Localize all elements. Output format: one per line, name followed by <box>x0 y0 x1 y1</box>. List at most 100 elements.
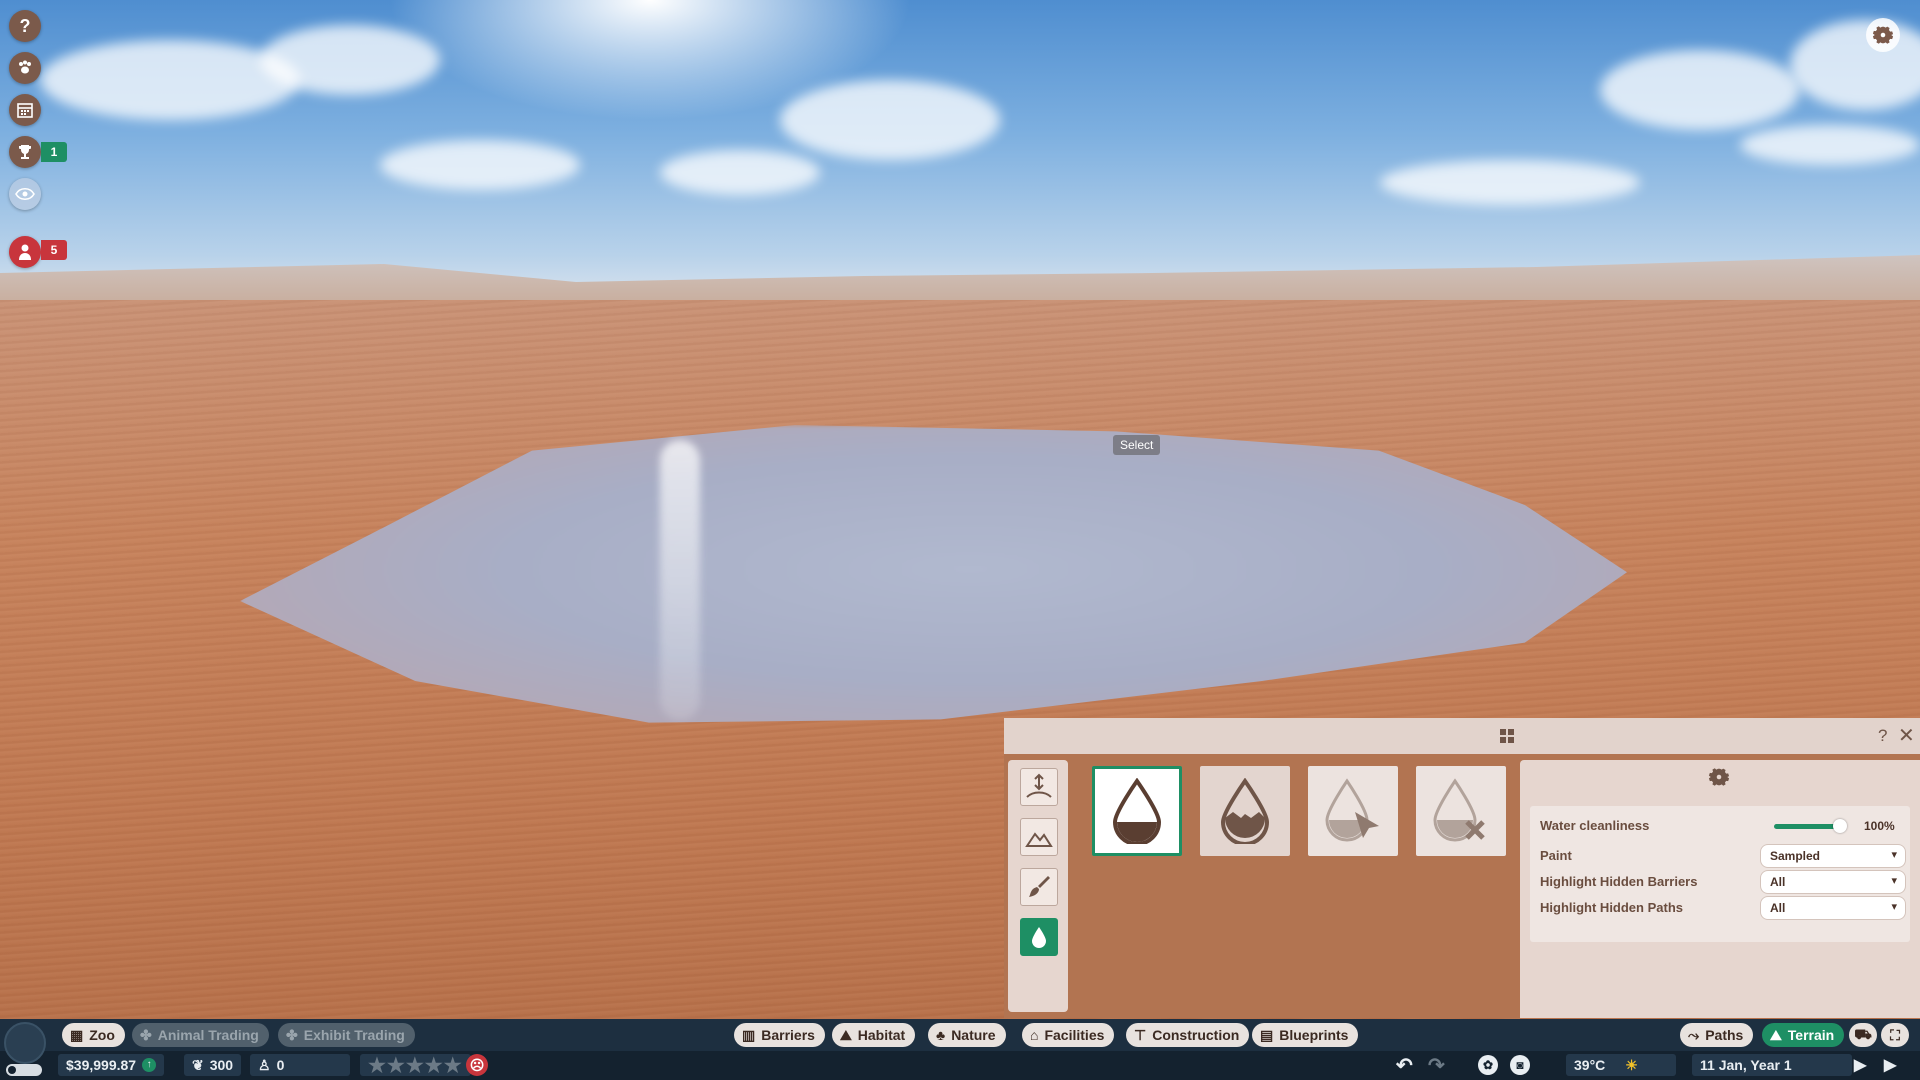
hud-toggle[interactable] <box>6 1064 42 1076</box>
staff-badge: 5 <box>41 240 67 260</box>
tab-paths[interactable]: ⤳ Paths <box>1680 1023 1754 1047</box>
paint-label: Paint <box>1540 848 1572 863</box>
speed-play-button[interactable]: ▶ <box>1854 1054 1866 1076</box>
tab-barriers[interactable]: ▥ Barriers <box>734 1023 825 1047</box>
weather-display: 39°C ☀ <box>1566 1054 1676 1076</box>
date-value: 11 Jan, Year 1 <box>1700 1057 1792 1073</box>
cursor-tooltip: Select <box>1113 435 1161 455</box>
panel-help-button[interactable]: ? <box>1878 726 1887 746</box>
cloud <box>380 140 580 190</box>
tab-blueprints-label: Blueprints <box>1279 1027 1349 1043</box>
guests-display[interactable]: ♙ 0 <box>250 1054 350 1076</box>
terrain-paint-tool[interactable] <box>1020 868 1058 906</box>
blueprint-icon: ▤ <box>1260 1026 1274 1043</box>
animals-button[interactable] <box>9 52 41 84</box>
settings-list: Water cleanliness 100% Paint Sampled ▾ H… <box>1530 806 1910 942</box>
habitat-icon: ⛰ <box>840 1026 852 1043</box>
tab-exhibit-trading[interactable]: ✤ Exhibit Trading <box>278 1023 415 1047</box>
barrier-icon: ▥ <box>742 1026 756 1043</box>
tab-terrain[interactable]: ⛰ Terrain <box>1762 1023 1845 1047</box>
gear-icon[interactable] <box>1708 766 1730 788</box>
money-display[interactable]: $39,999.87 ↑ <box>58 1054 165 1076</box>
tab-extra-1[interactable]: ⛟ <box>1849 1023 1877 1047</box>
camera-icon: ⛟ <box>1854 1025 1872 1042</box>
water-select-icon <box>1325 778 1379 842</box>
cloud <box>260 25 440 95</box>
highlight-barriers-dropdown[interactable]: All ▾ <box>1760 870 1906 894</box>
exhibit-icon: ✤ <box>286 1026 298 1043</box>
tab-facilities[interactable]: ⌂ Facilities <box>1022 1023 1115 1047</box>
panel-close-button[interactable]: ✕ <box>1898 723 1915 748</box>
tab-zoo[interactable]: ▦ Zoo <box>62 1023 125 1047</box>
chevron-down-icon: ▾ <box>1891 849 1897 861</box>
objectives-button[interactable] <box>9 136 41 168</box>
tab-exhibit-trading-label: Exhibit Trading <box>303 1027 405 1043</box>
speed-fast-button[interactable]: ▶ <box>1884 1054 1896 1076</box>
staff-button[interactable] <box>9 236 41 268</box>
terrain-sculpt-tool[interactable] <box>1020 818 1058 856</box>
grid-icon[interactable] <box>1500 729 1514 743</box>
undo-button[interactable]: ↶ <box>1396 1054 1413 1077</box>
highlight-paths-row: Highlight Hidden Paths All ▾ <box>1540 894 1906 922</box>
redo-icon: ↷ <box>1428 1054 1445 1077</box>
leaf-icon: ❦ <box>192 1056 204 1073</box>
conservation-display[interactable]: ❦ 300 <box>184 1054 242 1076</box>
water-tool[interactable] <box>1020 918 1058 956</box>
fast-forward-icon: ▶ <box>1884 1057 1897 1074</box>
settings-button[interactable] <box>1866 18 1900 52</box>
tab-construction-label: Construction <box>1152 1027 1240 1043</box>
undo-icon: ↶ <box>1396 1054 1413 1077</box>
main-menu-button[interactable] <box>4 1022 46 1064</box>
tab-facilities-label: Facilities <box>1044 1027 1105 1043</box>
tab-animal-trading-label: Animal Trading <box>157 1027 259 1043</box>
terrain-height-tool[interactable] <box>1020 768 1058 806</box>
tab-nature[interactable]: ♣ Nature <box>928 1023 1006 1047</box>
tab-construction[interactable]: ⊤ Construction <box>1126 1023 1250 1047</box>
mountain-icon: ⛰ <box>1770 1026 1782 1043</box>
crane-icon: ⊤ <box>1134 1026 1147 1043</box>
help-button[interactable]: ? <box>9 10 41 42</box>
tab-habitat-label: Habitat <box>857 1027 906 1043</box>
research-button[interactable]: ✿ <box>1478 1054 1498 1076</box>
water-select-option[interactable] <box>1308 766 1398 856</box>
paint-value: Sampled <box>1770 849 1821 863</box>
tab-paths-label: Paths <box>1705 1027 1744 1043</box>
gear-icon <box>1872 26 1894 44</box>
tab-extra-2[interactable]: ⛶ <box>1881 1023 1909 1047</box>
happiness-indicator[interactable]: ☹ <box>466 1054 488 1076</box>
slider-handle[interactable] <box>1833 819 1847 833</box>
rating-stars: ★★★★★ <box>368 1054 463 1077</box>
sun-reflection <box>660 440 700 720</box>
question-icon: ? <box>19 15 31 36</box>
objectives-badge: 1 <box>41 142 67 162</box>
zoo-rating[interactable]: ★★★★★ <box>360 1054 471 1077</box>
visibility-button[interactable] <box>9 178 41 210</box>
water-cleanliness-slider[interactable] <box>1774 824 1840 829</box>
tab-animal-trading[interactable]: ✤ Animal Trading <box>132 1023 269 1047</box>
facilities-icon: ⌂ <box>1030 1027 1039 1043</box>
terrain-panel: ? ✕ Water cleanliness 100% Paint Sampled… <box>1004 718 1920 1018</box>
water-cleanliness-label: Water cleanliness <box>1540 818 1650 833</box>
water-level-option[interactable] <box>1200 766 1290 856</box>
play-icon: ▶ <box>1854 1057 1867 1074</box>
calendar-button[interactable] <box>9 94 41 126</box>
paw-icon <box>19 60 31 74</box>
highlight-barriers-value: All <box>1770 875 1786 889</box>
highlight-paths-dropdown[interactable]: All ▾ <box>1760 896 1906 920</box>
photo-mode-button[interactable]: ◙ <box>1510 1054 1530 1076</box>
temperature-value: 39°C <box>1574 1057 1606 1073</box>
path-icon: ⤳ <box>1688 1026 1700 1043</box>
tab-blueprints[interactable]: ▤ Blueprints <box>1252 1023 1359 1047</box>
water-delete-option[interactable] <box>1416 766 1506 856</box>
tree-icon: ♣ <box>936 1027 946 1043</box>
redo-button[interactable]: ↷ <box>1428 1054 1445 1077</box>
water-drop-icon <box>1032 927 1046 948</box>
paint-dropdown[interactable]: Sampled ▾ <box>1760 844 1906 868</box>
water-level-icon <box>1220 778 1270 844</box>
tab-zoo-label: Zoo <box>89 1027 115 1043</box>
water-fill-option[interactable] <box>1092 766 1182 856</box>
panel-header: ? ✕ <box>1004 718 1920 755</box>
tab-habitat[interactable]: ⛰ Habitat <box>832 1023 916 1047</box>
date-display: 11 Jan, Year 1 <box>1692 1054 1852 1076</box>
highlight-barriers-label: Highlight Hidden Barriers <box>1540 874 1698 889</box>
